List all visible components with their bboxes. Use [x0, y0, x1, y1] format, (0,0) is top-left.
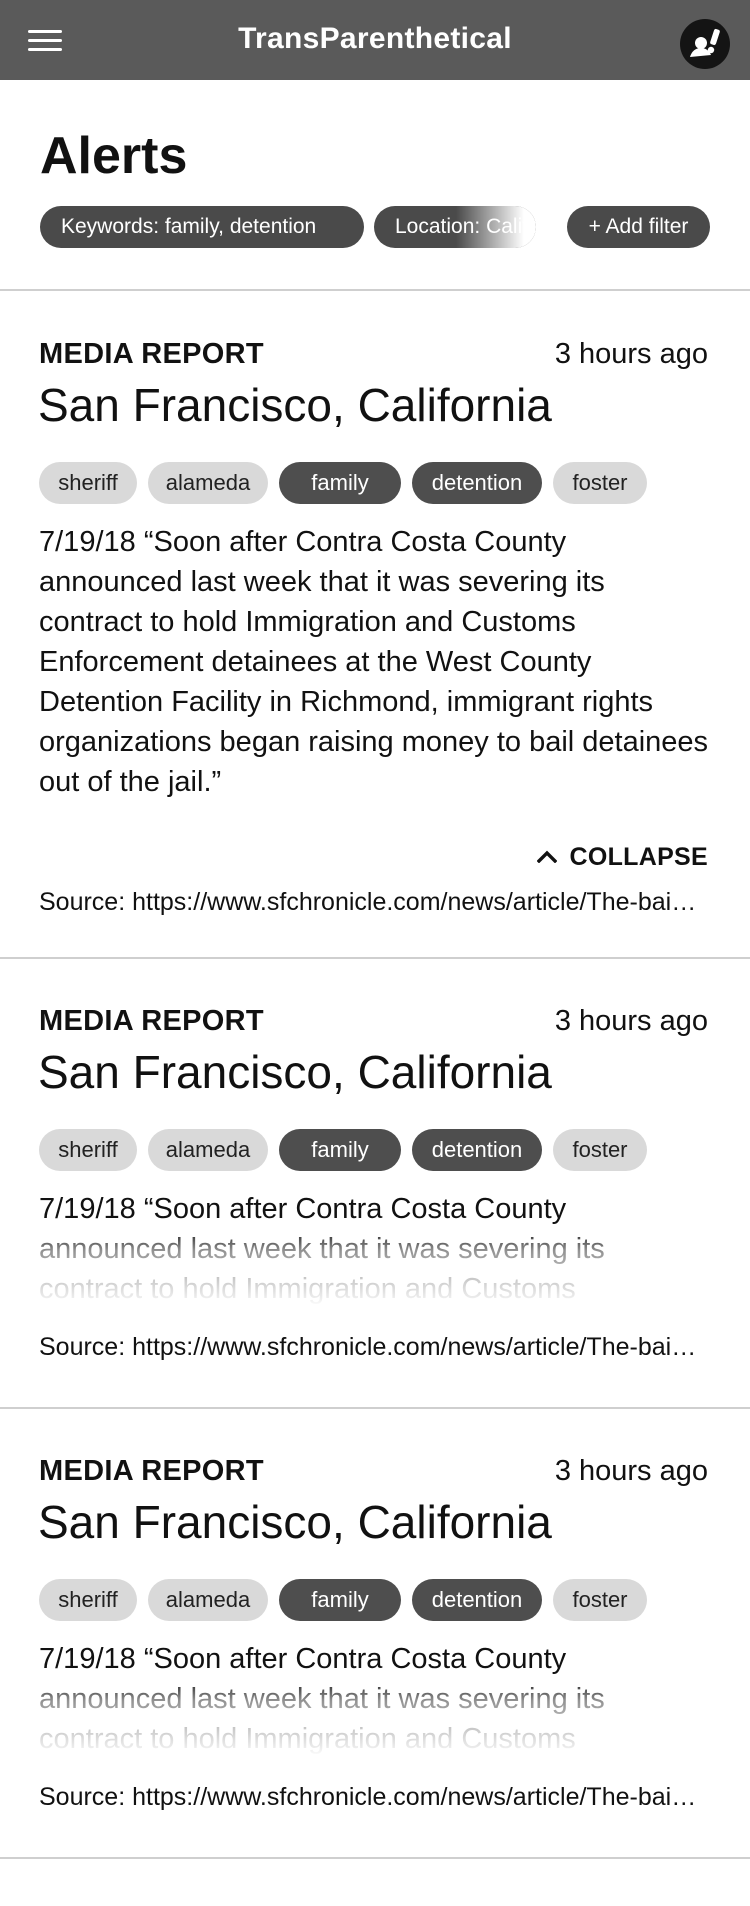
- tag-list: sheriff alameda family detention foster: [39, 462, 719, 504]
- tag-detention[interactable]: detention: [412, 462, 542, 504]
- chevron-up-icon: [537, 850, 558, 864]
- filter-bar: Keywords: family, detention Location: Ca…: [40, 206, 710, 248]
- alert-source-link[interactable]: Source: https://www.sfchronicle.com/news…: [39, 888, 699, 917]
- top-app-bar: TransParenthetical: [0, 0, 750, 80]
- tag-foster[interactable]: foster: [553, 1579, 647, 1621]
- tag-sheriff[interactable]: sheriff: [39, 1129, 137, 1171]
- alert-time: 3 hours ago: [554, 1005, 708, 1037]
- collapse-label: COLLAPSE: [569, 843, 708, 871]
- alert-excerpt: 7/19/18 “Soon after Contra Costa County …: [39, 1189, 711, 1307]
- alert-time: 3 hours ago: [554, 1455, 708, 1487]
- tag-sheriff[interactable]: sheriff: [39, 1579, 137, 1621]
- tag-alameda[interactable]: alameda: [148, 462, 268, 504]
- collapse-button[interactable]: COLLAPSE: [537, 842, 708, 872]
- tag-foster[interactable]: foster: [553, 1129, 647, 1171]
- alert-card[interactable]: MEDIA REPORT 3 hours ago San Francisco, …: [0, 1455, 750, 1855]
- alert-time: 3 hours ago: [554, 338, 708, 370]
- divider: [0, 1857, 750, 1859]
- filter-chip-location[interactable]: Location: California: [374, 206, 536, 248]
- alert-type: MEDIA REPORT: [39, 1455, 264, 1487]
- tag-family[interactable]: family: [279, 1579, 401, 1621]
- tag-alameda[interactable]: alameda: [148, 1579, 268, 1621]
- divider: [0, 957, 750, 959]
- tag-list: sheriff alameda family detention foster: [39, 1129, 719, 1171]
- alert-type: MEDIA REPORT: [39, 1005, 264, 1037]
- alert-excerpt: 7/19/18 “Soon after Contra Costa County …: [39, 526, 709, 798]
- alert-location: San Francisco, California: [38, 379, 552, 431]
- tag-family[interactable]: family: [279, 462, 401, 504]
- divider: [0, 289, 750, 291]
- alert-source-link[interactable]: Source: https://www.sfchronicle.com/news…: [39, 1333, 699, 1362]
- tag-list: sheriff alameda family detention foster: [39, 1579, 719, 1621]
- page-title: Alerts: [40, 127, 188, 185]
- user-alert-icon[interactable]: [680, 19, 730, 69]
- divider: [0, 1407, 750, 1409]
- alert-card[interactable]: MEDIA REPORT 3 hours ago San Francisco, …: [0, 338, 750, 958]
- tag-detention[interactable]: detention: [412, 1129, 542, 1171]
- alert-excerpt: 7/19/18 “Soon after Contra Costa County …: [39, 1639, 711, 1757]
- alert-excerpt-text: 7/19/18 “Soon after Contra Costa County …: [39, 1193, 605, 1305]
- add-filter-button[interactable]: + Add filter: [567, 206, 710, 248]
- alert-type: MEDIA REPORT: [39, 338, 264, 370]
- tag-foster[interactable]: foster: [553, 462, 647, 504]
- tag-detention[interactable]: detention: [412, 1579, 542, 1621]
- tag-family[interactable]: family: [279, 1129, 401, 1171]
- alert-excerpt-text: 7/19/18 “Soon after Contra Costa County …: [39, 1643, 605, 1755]
- alert-source-link[interactable]: Source: https://www.sfchronicle.com/news…: [39, 1783, 699, 1812]
- app-title: TransParenthetical: [238, 22, 512, 55]
- tag-sheriff[interactable]: sheriff: [39, 462, 137, 504]
- alert-card[interactable]: MEDIA REPORT 3 hours ago San Francisco, …: [0, 1005, 750, 1405]
- alert-location: San Francisco, California: [38, 1496, 552, 1548]
- tag-alameda[interactable]: alameda: [148, 1129, 268, 1171]
- location-chip-fade: [456, 206, 536, 248]
- filter-chip-keywords[interactable]: Keywords: family, detention: [40, 206, 364, 248]
- alert-location: San Francisco, California: [38, 1046, 552, 1098]
- alerts-screen: TransParenthetical Alerts Keywords: fami…: [0, 0, 750, 1906]
